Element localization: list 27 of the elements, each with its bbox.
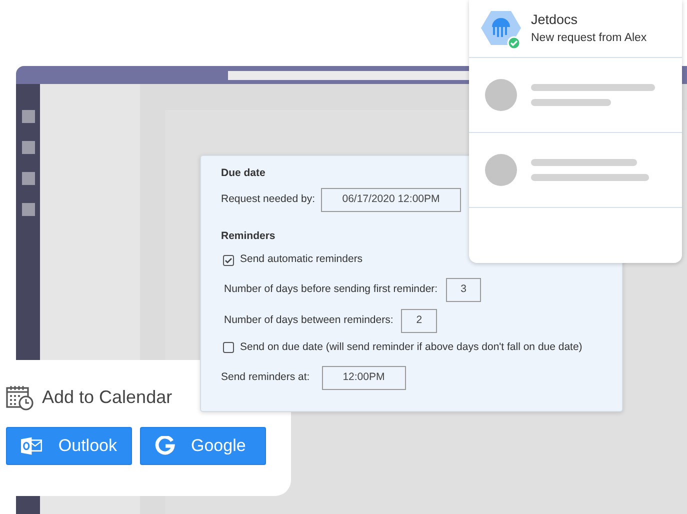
calendar-clock-icon bbox=[6, 384, 34, 410]
section-heading: Due date bbox=[221, 167, 266, 180]
notification-message: New request from Alex bbox=[531, 31, 647, 46]
date-field[interactable]: 06/17/2020 12:00PM bbox=[321, 188, 461, 212]
rail-icon[interactable] bbox=[22, 172, 34, 185]
checkbox-label: Send on due date (will send reminder if above days don't fall on due date) bbox=[240, 340, 582, 355]
field-label: Send reminders at: bbox=[221, 370, 310, 385]
field-label: Request needed by: bbox=[221, 192, 315, 207]
outlook-icon bbox=[21, 437, 42, 455]
input-field[interactable]: 2 bbox=[401, 308, 438, 333]
avatar-placeholder bbox=[485, 154, 517, 186]
section-heading: Reminders bbox=[221, 230, 276, 242]
checkbox[interactable] bbox=[223, 254, 234, 266]
input-field[interactable]: 12:00PM bbox=[322, 366, 406, 390]
avatar-placeholder bbox=[485, 79, 517, 111]
app-name: Jetdocs bbox=[531, 10, 579, 29]
checkbox-label: Send automatic reminders bbox=[240, 252, 363, 268]
checkbox[interactable] bbox=[223, 342, 234, 354]
rail-icon[interactable] bbox=[22, 141, 34, 154]
jellyfish-app-icon bbox=[481, 8, 521, 48]
rail-icon[interactable] bbox=[22, 203, 34, 216]
field-label: Number of days between reminders: bbox=[224, 313, 394, 328]
calendar-title: Add to Calendar bbox=[42, 386, 172, 409]
field-label: Number of days before sending first reminder: bbox=[224, 282, 438, 298]
input-field[interactable]: 3 bbox=[446, 278, 482, 302]
google-icon bbox=[155, 436, 175, 456]
rail-icon[interactable] bbox=[22, 110, 34, 123]
